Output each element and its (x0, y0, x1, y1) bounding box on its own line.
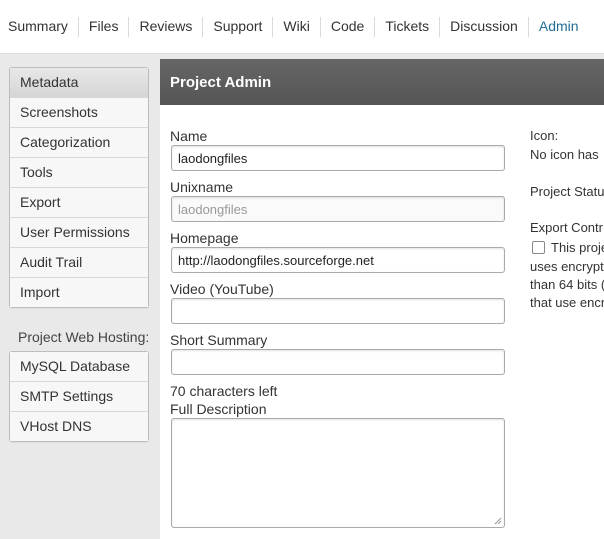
resize-grip-icon[interactable] (492, 515, 502, 525)
sidebar-item-tools[interactable]: Tools (10, 157, 148, 187)
tab-support[interactable]: Support (203, 17, 274, 37)
project-nav-bar: Summary Files Reviews Support Wiki Code … (0, 0, 604, 54)
sidebar-item-metadata[interactable]: Metadata (10, 68, 148, 97)
tab-tickets[interactable]: Tickets (375, 17, 441, 37)
sidebar-item-user-permissions[interactable]: User Permissions (10, 217, 148, 247)
admin-sidebar: Metadata Screenshots Categorization Tool… (9, 67, 149, 442)
sidebar-item-export[interactable]: Export (10, 187, 148, 217)
export-text-line-3: than 64 bits ( (530, 277, 604, 292)
name-input[interactable] (171, 145, 505, 171)
sidebar-item-smtp-settings[interactable]: SMTP Settings (10, 381, 148, 411)
short-summary-label: Short Summary (170, 332, 268, 348)
tab-discussion[interactable]: Discussion (440, 17, 529, 37)
sidebar-item-import[interactable]: Import (10, 277, 148, 307)
export-control-label: Export Contr (530, 220, 603, 235)
sidebar-item-screenshots[interactable]: Screenshots (10, 97, 148, 127)
panel-title: Project Admin (160, 59, 604, 105)
name-label: Name (170, 128, 208, 144)
sidebar-item-categorization[interactable]: Categorization (10, 127, 148, 157)
hosting-menu: MySQL Database SMTP Settings VHost DNS (9, 351, 149, 442)
icon-status-text: No icon has (530, 147, 599, 162)
full-description-textarea[interactable] (171, 418, 505, 528)
export-text-line-4: that use encr (530, 295, 604, 310)
full-description-label: Full Description (170, 401, 267, 417)
unixname-label: Unixname (170, 179, 234, 195)
export-text-line-2: uses encrypt (530, 259, 604, 274)
sidebar-item-audit-trail[interactable]: Audit Trail (10, 247, 148, 277)
tab-files[interactable]: Files (79, 17, 130, 37)
tab-reviews[interactable]: Reviews (129, 17, 204, 37)
admin-menu: Metadata Screenshots Categorization Tool… (9, 67, 149, 308)
characters-left-text: 70 characters left (170, 383, 278, 399)
tab-code[interactable]: Code (321, 17, 376, 37)
unixname-input (171, 196, 505, 222)
video-input[interactable] (171, 298, 505, 324)
tab-admin[interactable]: Admin (529, 17, 589, 37)
sidebar-item-mysql-database[interactable]: MySQL Database (10, 352, 148, 381)
icon-label: Icon: (530, 128, 559, 143)
export-text-line-1: This proje (551, 240, 604, 255)
homepage-input[interactable] (171, 247, 505, 273)
sidebar-item-vhost-dns[interactable]: VHost DNS (10, 411, 148, 441)
video-label: Video (YouTube) (170, 281, 274, 297)
hosting-heading: Project Web Hosting: (18, 329, 150, 345)
tab-wiki[interactable]: Wiki (273, 17, 321, 37)
homepage-label: Homepage (170, 230, 239, 246)
project-status-label: Project Statu (530, 184, 604, 199)
project-tabs: Summary Files Reviews Support Wiki Code … (0, 17, 589, 37)
tab-summary[interactable]: Summary (0, 17, 79, 37)
export-control-checkbox[interactable] (532, 241, 545, 254)
short-summary-input[interactable] (171, 349, 505, 375)
